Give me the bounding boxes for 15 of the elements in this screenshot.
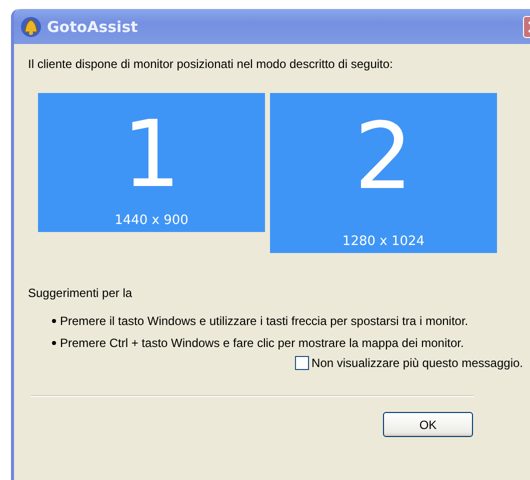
monitor-number: 1 bbox=[122, 105, 181, 205]
monitor-resolution: 1280 x 1024 bbox=[342, 234, 425, 249]
window-title: GotoAssist bbox=[47, 18, 138, 36]
checkbox[interactable] bbox=[294, 356, 309, 370]
checkbox-label: Non visualizzare più questo messaggio. bbox=[312, 356, 523, 370]
tips-heading: Suggerimenti per la bbox=[28, 286, 134, 300]
monitor-resolution: 1440 x 900 bbox=[114, 213, 188, 228]
monitor-number: 2 bbox=[354, 107, 413, 207]
bell-icon bbox=[20, 16, 42, 38]
bullet-icon bbox=[52, 341, 56, 345]
tip-text: Premere Ctrl + tasto Windows e fare clic per mostrare la mappa dei monitor. bbox=[60, 336, 464, 350]
ok-button[interactable]: OK bbox=[383, 412, 473, 437]
intro-text: Il cliente dispone di monitor posizionati nel modo descritto di seguito: bbox=[28, 57, 394, 71]
bullet-icon bbox=[52, 319, 56, 323]
tip-text: Premere il tasto Windows e utilizzare i tasti freccia per spostarsi tra i monitor. bbox=[60, 314, 468, 328]
